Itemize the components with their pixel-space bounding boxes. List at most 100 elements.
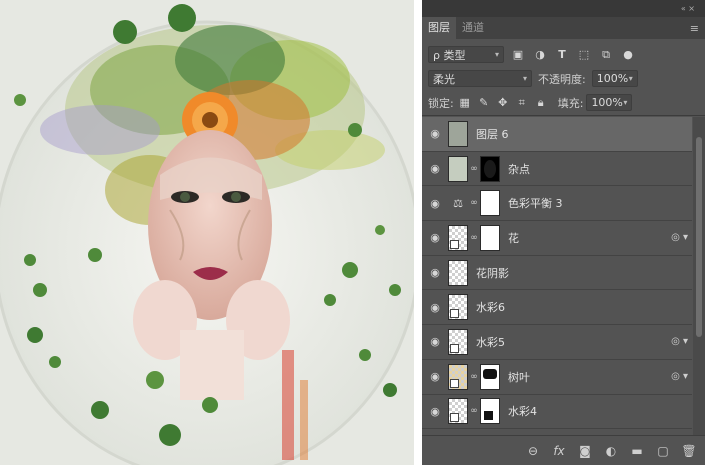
eye-icon[interactable]: ◉: [422, 370, 448, 383]
lock-transparent-icon[interactable]: ▦: [457, 95, 473, 111]
lock-artboard-icon[interactable]: ⌗: [514, 95, 530, 111]
balance-icon: ⚖: [453, 196, 463, 210]
blend-mode-value: 柔光: [433, 72, 455, 86]
panel-bottom-toolbar: ⊖ fx ◙ ◐ ▬ ▢ 🗑︎: [422, 435, 705, 465]
shape-filter-icon[interactable]: ⬚: [576, 47, 592, 63]
smart-object-filter-icon[interactable]: ⧉: [598, 47, 614, 63]
image-filter-icon[interactable]: ▣: [510, 47, 526, 63]
fill-label: 填充:: [557, 96, 584, 110]
layer-thumbnail: [448, 224, 468, 251]
smart-object-badge: [450, 343, 459, 353]
layer-row[interactable]: ◉ 水彩6: [422, 290, 692, 326]
layer-row[interactable]: ◉ 图层 6: [422, 117, 692, 152]
layer-row[interactable]: ◉ ⚖ ∞ 色彩平衡 3: [422, 186, 692, 222]
layer-name: 杂点: [508, 162, 530, 176]
mask-shape: [483, 368, 497, 379]
eye-icon[interactable]: ◉: [422, 405, 448, 418]
filter-kind-label: ρ 类型: [433, 48, 466, 62]
layer-row[interactable]: ◉ ∞ 杂点: [422, 152, 692, 187]
layer-name: 水彩5: [476, 335, 505, 349]
lock-all-icon[interactable]: 🔒︎: [533, 95, 549, 111]
adjustment-filter-icon[interactable]: ◑: [532, 47, 548, 63]
lock-position-icon[interactable]: ✥: [495, 95, 511, 111]
layer-effects-icon[interactable]: ◎ ▾: [671, 336, 688, 347]
opacity-field[interactable]: 100% ▾: [591, 70, 638, 87]
hamburger-menu-icon[interactable]: ≡: [690, 22, 699, 35]
layer-thumbnail: [448, 328, 468, 355]
layer-row[interactable]: ◉ ∞ 树叶 ◎ ▾: [422, 360, 692, 395]
blend-row: 柔光 ▾ 不透明度: 100% ▾: [422, 70, 705, 87]
layer-name: 树叶: [508, 370, 530, 384]
filter-row: ρ 类型 ▾ ▣ ◑ T ⬚ ⧉ ●: [422, 46, 705, 63]
layer-name: 水彩6: [476, 301, 505, 315]
fill-field[interactable]: 100% ▾: [586, 94, 633, 111]
mask-thumbnail[interactable]: [480, 190, 500, 217]
lock-paint-icon[interactable]: ✎: [476, 95, 492, 111]
eye-icon[interactable]: ◉: [422, 162, 448, 175]
layer-thumbnail: [448, 155, 468, 182]
scrollbar-thumb[interactable]: [696, 137, 702, 337]
eye-icon[interactable]: ◉: [422, 335, 448, 348]
layers-panel: « × 图层 通道 ≡ ρ 类型 ▾ ▣ ◑ T ⬚ ⧉ ● 柔光 ▾ 不透明度…: [422, 0, 705, 465]
chevron-down-icon: ▾: [628, 74, 633, 83]
layer-effects-icon[interactable]: ◎ ▾: [671, 371, 688, 382]
mask-thumbnail[interactable]: [480, 363, 500, 390]
layer-thumbnail: [448, 294, 468, 321]
layer-row[interactable]: ◉ ∞ 花 ◎ ▾: [422, 221, 692, 256]
artwork-illustration: [0, 0, 414, 465]
link-icon: ∞: [470, 163, 478, 174]
eye-icon[interactable]: ◉: [422, 127, 448, 140]
layer-name: 水彩4: [508, 405, 537, 419]
smart-object-badge: [450, 239, 459, 249]
layer-thumbnail: [448, 259, 468, 286]
fx-icon[interactable]: fx: [551, 443, 567, 459]
eye-icon[interactable]: ◉: [422, 231, 448, 244]
link-icon: ∞: [470, 371, 478, 382]
layer-list: ◉ 图层 6 ◉ ∞ 杂点 ◉ ⚖ ∞ 色彩平衡 3 ◉ ∞ 花 ◎ ▾ ◉ 花…: [422, 117, 692, 435]
canvas-artwork[interactable]: [0, 0, 414, 465]
adjustment-layer-icon[interactable]: ◐: [603, 443, 619, 459]
add-mask-icon[interactable]: ◙: [577, 443, 593, 459]
eye-icon[interactable]: ◉: [422, 197, 448, 210]
mask-thumbnail[interactable]: [480, 224, 500, 251]
panel-tabs: 图层 通道 ≡: [422, 17, 705, 39]
trash-icon[interactable]: 🗑︎: [681, 443, 697, 459]
window-controls[interactable]: « ×: [681, 4, 695, 13]
link-icon: ∞: [470, 406, 478, 417]
tab-layers[interactable]: 图层: [422, 17, 456, 39]
eye-icon[interactable]: ◉: [422, 301, 448, 314]
opacity-value: 100%: [596, 72, 629, 85]
layer-row[interactable]: ◉ ∞ 水彩4: [422, 395, 692, 430]
layer-name: 图层 6: [476, 127, 509, 141]
layer-thumbnail: [448, 398, 468, 425]
divider: [422, 115, 705, 116]
link-layers-icon[interactable]: ⊖: [525, 443, 541, 459]
filter-kind-dropdown[interactable]: ρ 类型 ▾: [428, 46, 504, 63]
tab-channels[interactable]: 通道: [456, 17, 490, 39]
eye-icon[interactable]: ◉: [422, 266, 448, 279]
layer-thumbnail: [448, 363, 468, 390]
layer-effects-icon[interactable]: ◎ ▾: [671, 232, 688, 243]
layer-thumbnail: [448, 120, 468, 147]
smart-object-badge: [450, 378, 459, 388]
mask-thumbnail[interactable]: [480, 155, 500, 182]
mask-shape: [484, 411, 493, 421]
panel-titlebar: « ×: [422, 0, 705, 17]
blend-mode-dropdown[interactable]: 柔光 ▾: [428, 70, 532, 87]
new-group-icon[interactable]: ▬: [629, 443, 645, 459]
fill-value: 100%: [591, 96, 623, 109]
link-icon: ∞: [470, 232, 478, 243]
layer-list-scrollbar[interactable]: [693, 117, 705, 435]
smart-object-badge: [450, 309, 459, 319]
toggle-filter-icon[interactable]: ●: [620, 47, 636, 63]
new-layer-icon[interactable]: ▢: [655, 443, 671, 459]
lock-row: 锁定: ▦ ✎ ✥ ⌗ 🔒︎ 填充: 100% ▾: [422, 94, 705, 111]
type-filter-icon[interactable]: T: [554, 47, 570, 63]
layer-row[interactable]: ◉ 水彩5 ◎ ▾: [422, 325, 692, 360]
layer-row[interactable]: ◉ 花阴影: [422, 256, 692, 291]
lock-label: 锁定:: [428, 96, 454, 110]
chevron-down-icon: ▾: [494, 50, 499, 59]
smart-object-badge: [450, 413, 459, 423]
mask-thumbnail[interactable]: [480, 398, 500, 425]
chevron-down-icon: ▾: [623, 98, 628, 107]
